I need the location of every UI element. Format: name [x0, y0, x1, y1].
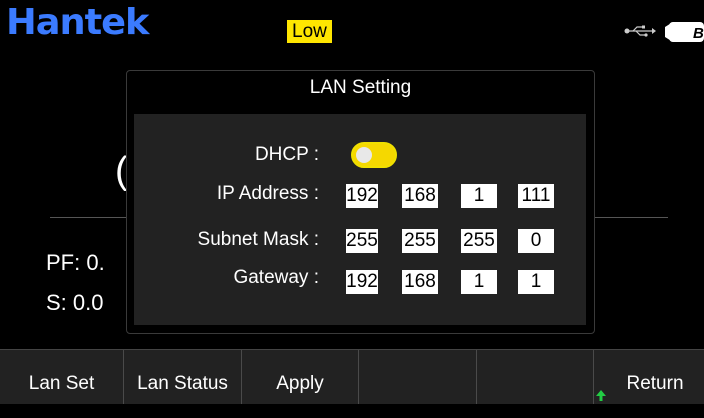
dialog-title: LAN Setting [309, 77, 412, 98]
return-arrow-icon [596, 390, 606, 401]
softkey-5[interactable] [477, 350, 594, 404]
mask-octet-4[interactable]: 0 [518, 229, 554, 253]
divider-left [50, 217, 126, 218]
dialog-body: DHCP : IP Address : 192 168 1 111 Subnet… [134, 114, 586, 325]
ip-address-label: IP Address : [216, 183, 319, 204]
apply-softkey[interactable]: Apply [242, 350, 359, 404]
return-softkey[interactable]: Return [594, 350, 704, 404]
battery-label: B [693, 25, 704, 42]
battery-icon: B [665, 22, 704, 42]
gateway-octet-1[interactable]: 192 [346, 270, 378, 294]
apparent-power-readout: S: 0.0 [46, 290, 104, 315]
subnet-mask-label: Subnet Mask : [197, 229, 319, 250]
gateway-octet-4[interactable]: 1 [518, 270, 554, 294]
toggle-knob [356, 147, 372, 163]
lan-setting-dialog: LAN Setting DHCP : IP Address : 192 168 … [126, 70, 595, 334]
gateway-octet-2[interactable]: 168 [402, 270, 438, 294]
dhcp-toggle[interactable] [351, 142, 397, 168]
ip-octet-1[interactable]: 192 [346, 184, 378, 208]
top-bar: Hantek Low B [0, 0, 704, 50]
lan-set-softkey[interactable]: Lan Set [0, 350, 124, 404]
lan-status-softkey[interactable]: Lan Status [124, 350, 242, 404]
mask-octet-1[interactable]: 255 [346, 229, 378, 253]
usb-icon [624, 25, 656, 37]
mask-octet-2[interactable]: 255 [402, 229, 438, 253]
ip-octet-2[interactable]: 168 [402, 184, 438, 208]
brand-logo: Hantek [6, 2, 149, 43]
power-factor-readout: PF: 0. [46, 250, 105, 275]
softkey-4[interactable] [359, 350, 477, 404]
mask-octet-3[interactable]: 255 [461, 229, 497, 253]
ip-octet-4[interactable]: 111 [518, 184, 554, 208]
mode-badge: Low [287, 20, 332, 43]
divider-right [594, 217, 668, 218]
gateway-label: Gateway : [233, 267, 319, 288]
ip-octet-3[interactable]: 1 [461, 184, 497, 208]
gateway-octet-3[interactable]: 1 [461, 270, 497, 294]
dhcp-label: DHCP : [254, 144, 319, 165]
